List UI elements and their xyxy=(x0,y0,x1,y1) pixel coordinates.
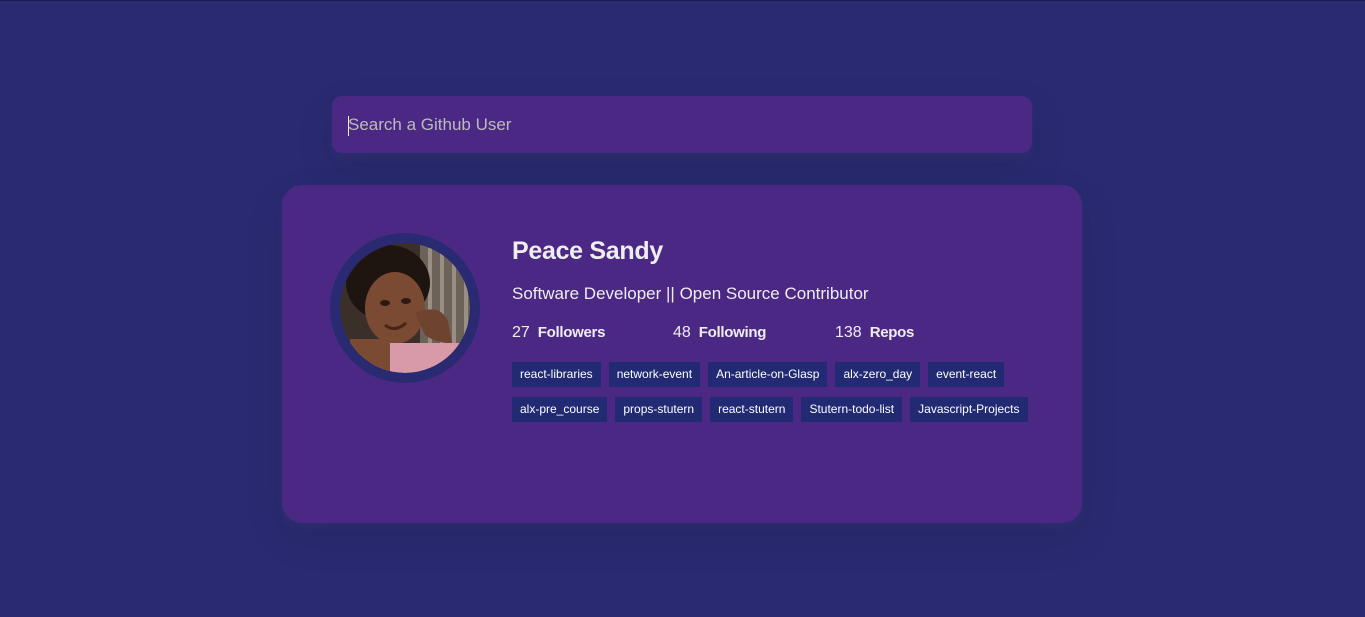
avatar-frame xyxy=(330,233,480,383)
user-bio: Software Developer || Open Source Contri… xyxy=(512,284,869,303)
avatar xyxy=(340,243,470,373)
repos-stat: 138 Repos xyxy=(835,322,914,344)
following-count: 48 xyxy=(673,324,691,341)
user-info: Peace Sandy Software Developer || Open S… xyxy=(512,233,1042,432)
followers-count: 27 xyxy=(512,324,530,341)
user-name: Peace Sandy xyxy=(512,237,663,265)
repo-link[interactable]: react-stutern xyxy=(710,397,794,422)
repo-link[interactable]: network-event xyxy=(608,362,701,387)
repo-link[interactable]: alx-pre_course xyxy=(512,397,608,422)
app-page: Peace Sandy Software Developer || Open S… xyxy=(0,0,1365,617)
repo-link[interactable]: alx-zero_day xyxy=(835,362,921,387)
repo-link[interactable]: props-stutern xyxy=(615,397,703,422)
user-stats: 27 Followers 48 Following 138 Repos xyxy=(512,322,1042,344)
repo-link[interactable]: An-article-on-Glasp xyxy=(708,362,828,387)
following-stat: 48 Following xyxy=(673,322,835,344)
repo-link[interactable]: react-libraries xyxy=(512,362,601,387)
search-form xyxy=(332,96,1032,153)
profile-card: Peace Sandy Software Developer || Open S… xyxy=(282,185,1082,523)
followers-label: Followers xyxy=(537,324,606,341)
repos-label: Repos xyxy=(869,324,915,341)
search-input[interactable] xyxy=(332,96,1032,153)
followers-stat: 27 Followers xyxy=(512,322,673,344)
repo-list: react-libraries network-event An-article… xyxy=(512,362,1042,432)
repos-count: 138 xyxy=(835,324,862,341)
text-caret xyxy=(348,116,349,136)
repo-link[interactable]: event-react xyxy=(928,362,1005,387)
repo-link[interactable]: Javascript-Projects xyxy=(910,397,1028,422)
repo-link[interactable]: Stutern-todo-list xyxy=(801,397,903,422)
following-label: Following xyxy=(698,324,767,341)
